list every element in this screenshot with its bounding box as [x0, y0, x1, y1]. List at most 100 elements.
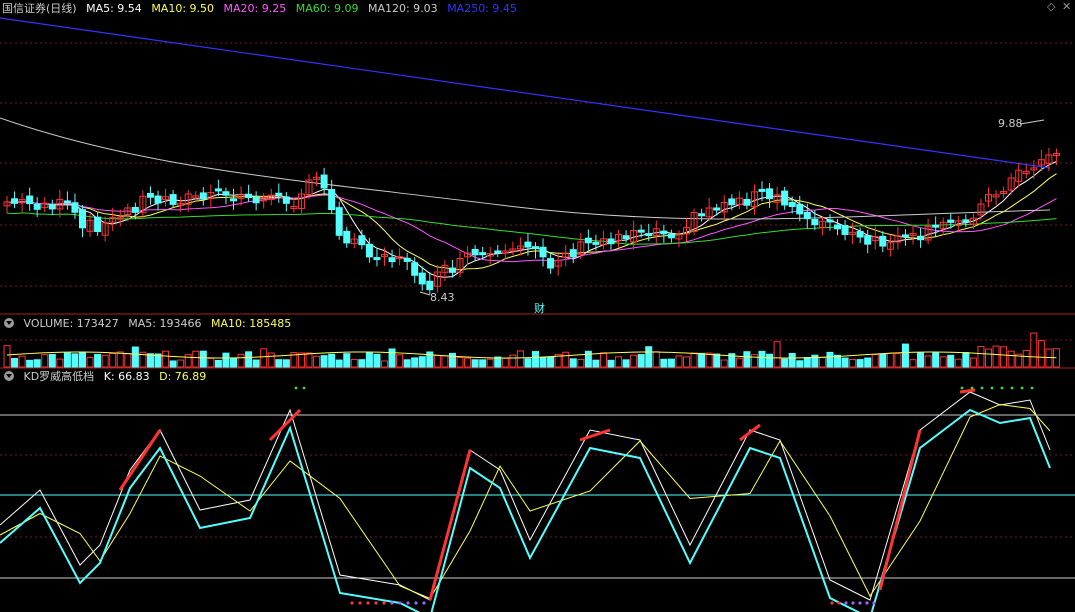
volume-bar: [743, 351, 751, 368]
volume-bar: [41, 354, 49, 368]
volume-bar: [886, 352, 894, 368]
volume-bar: [879, 353, 887, 368]
candle-body: [622, 235, 630, 240]
candle-body: [698, 213, 706, 217]
diamond-icon[interactable]: ◇: [1047, 1, 1057, 12]
volume-bar: [275, 359, 283, 368]
candle-body: [932, 224, 940, 228]
kd-header: KD罗威高低档 K: 66.83 D: 76.89: [0, 368, 212, 386]
kd-d-value: D: 76.89: [159, 370, 207, 383]
volume-bar: [856, 359, 864, 368]
volume-value: VOLUME: 173427: [23, 317, 119, 330]
volume-bar: [532, 351, 539, 368]
signal-dot: [960, 386, 964, 390]
candle-body: [592, 241, 600, 245]
signal-dot: [302, 386, 306, 390]
volume-bar: [826, 351, 834, 368]
candle-body: [33, 203, 41, 210]
candle-body: [418, 272, 426, 285]
volume-bar: [297, 352, 305, 368]
signal-dot: [844, 601, 848, 605]
candle-body: [547, 258, 555, 269]
candle-body: [131, 206, 139, 213]
volume-bar: [86, 356, 94, 368]
volume-bar: [871, 354, 879, 368]
volume-bar: [924, 355, 932, 368]
volume-bar: [313, 355, 321, 368]
volume-bar: [418, 356, 426, 368]
candle-body: [365, 243, 373, 258]
candle-body: [758, 188, 766, 192]
volume-bar: [864, 357, 872, 368]
candle-body: [584, 237, 592, 244]
volume-ma-line: [6, 351, 1057, 359]
candle-body: [788, 201, 796, 207]
candle-body: [826, 219, 834, 223]
volume-bar: [577, 359, 585, 368]
volume-bar: [94, 353, 102, 368]
volume-bar: [713, 353, 721, 368]
volume-bar: [803, 357, 811, 368]
candle-body: [901, 234, 909, 238]
volume-bar: [162, 350, 170, 368]
volume-bar: [365, 352, 373, 368]
volume-bar: [192, 350, 200, 368]
volume-bar: [773, 341, 781, 368]
candle-body: [343, 230, 351, 244]
candle-body: [864, 235, 872, 245]
candle-body: [388, 257, 396, 263]
volume-bar: [373, 353, 381, 368]
candle-body: [532, 246, 539, 250]
volume-bar: [441, 355, 449, 368]
candle-body: [282, 196, 290, 204]
volume-bar: [539, 356, 547, 368]
candle-body: [917, 235, 925, 241]
volume-bar: [456, 356, 464, 368]
signal-dot: [414, 601, 418, 605]
volume-bar: [116, 351, 124, 368]
candle-body: [71, 202, 79, 213]
volume-bars[interactable]: [3, 332, 1060, 368]
volume-bar: [569, 358, 577, 368]
chart-title: 国信证券(日线): [2, 2, 77, 15]
candle-body: [803, 211, 811, 220]
signal-dot: [970, 386, 974, 390]
candle-body: [320, 174, 328, 189]
candle-body: [11, 198, 19, 204]
candle-body: [524, 241, 532, 248]
volume-bar: [524, 358, 532, 368]
volume-bar: [841, 357, 849, 368]
volume-bar: [207, 357, 215, 368]
volume-bar: [199, 350, 207, 368]
low-price-label: 8.43: [430, 291, 455, 304]
volume-bar: [214, 359, 222, 368]
ma5-line: [6, 161, 1057, 278]
signal-dot: [1010, 386, 1014, 390]
candle-body: [841, 225, 849, 235]
candle-body: [426, 280, 434, 291]
volume-bar: [901, 343, 909, 368]
volume-bar: [645, 346, 653, 368]
volume-bar: [509, 354, 517, 368]
volume-bar: [388, 348, 396, 368]
kd-title: KD罗威高低档: [23, 370, 95, 383]
volume-bar: [358, 359, 366, 368]
candlesticks[interactable]: [3, 147, 1060, 295]
close-icon[interactable]: ✕: [1062, 1, 1072, 12]
candle-body: [879, 235, 887, 247]
volume-bar: [932, 352, 940, 368]
signal-dot: [837, 601, 841, 605]
volume-bar: [237, 353, 245, 368]
signal-dot: [830, 601, 834, 605]
signal-dot: [390, 601, 394, 605]
volume-bar: [479, 359, 487, 368]
collapse-icon[interactable]: [4, 371, 14, 381]
financial-report-marker[interactable]: 财: [534, 300, 545, 316]
candle-body: [781, 190, 789, 206]
volume-bar: [894, 353, 902, 368]
collapse-icon[interactable]: [4, 318, 14, 328]
volume-bar: [343, 353, 351, 368]
candle-body: [358, 235, 366, 246]
volume-bar: [267, 352, 275, 368]
signal-dot: [398, 601, 402, 605]
